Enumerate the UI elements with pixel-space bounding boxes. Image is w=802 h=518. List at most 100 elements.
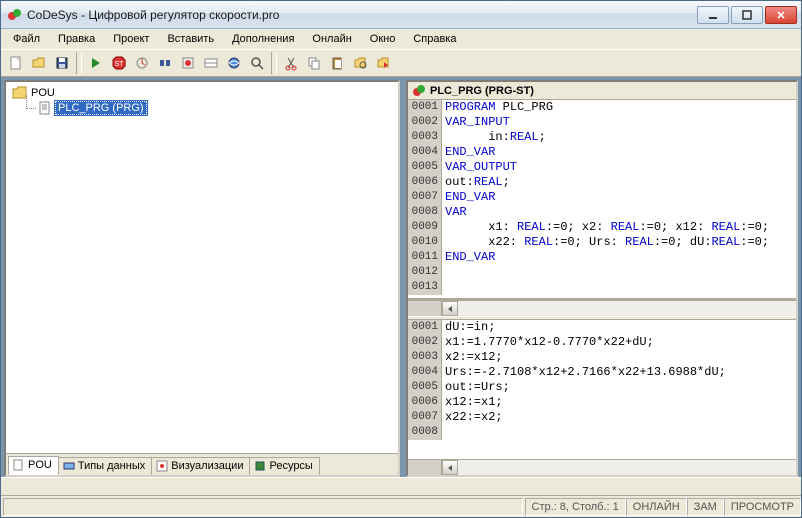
line-code[interactable]: x1:=1.7770*x12-0.7770*x22+dU; xyxy=(442,335,654,350)
close-button[interactable] xyxy=(765,6,797,24)
declaration-editor[interactable]: 0001PROGRAM PLC_PRG0002VAR_INPUT0003 in:… xyxy=(408,100,796,300)
tab-visualizations[interactable]: Визуализации xyxy=(151,457,250,475)
line-number: 0002 xyxy=(408,115,442,130)
tab-datatypes[interactable]: Типы данных xyxy=(58,457,152,475)
code-line[interactable]: 0008 xyxy=(408,425,796,440)
login-button[interactable] xyxy=(131,52,153,74)
line-code[interactable]: PROGRAM PLC_PRG xyxy=(442,100,553,115)
line-number: 0011 xyxy=(408,250,442,265)
code-line[interactable]: 0011END_VAR xyxy=(408,250,796,265)
line-code[interactable]: out:REAL; xyxy=(442,175,510,190)
code-line[interactable]: 0004END_VAR xyxy=(408,145,796,160)
line-code[interactable]: x22:=x2; xyxy=(442,410,503,425)
line-code[interactable]: VAR xyxy=(442,205,467,220)
code-line[interactable]: 0006out:REAL; xyxy=(408,175,796,190)
minimize-button[interactable] xyxy=(697,6,729,24)
code-line[interactable]: 0007END_VAR xyxy=(408,190,796,205)
code-line[interactable]: 0003x2:=x12; xyxy=(408,350,796,365)
line-number: 0010 xyxy=(408,235,442,250)
line-number: 0009 xyxy=(408,220,442,235)
menu-insert[interactable]: Вставить xyxy=(159,32,222,46)
tree-line-icon xyxy=(20,101,38,115)
maximize-button[interactable] xyxy=(731,6,763,24)
code-line[interactable]: 0006x12:=x1; xyxy=(408,395,796,410)
titlebar[interactable]: CoDeSys - Цифровой регулятор скорости.pr… xyxy=(1,1,801,29)
code-line[interactable]: 0012 xyxy=(408,265,796,280)
code-line[interactable]: 0004Urs:=-2.7108*x12+2.7166*x22+13.6988*… xyxy=(408,365,796,380)
menu-project[interactable]: Проект xyxy=(105,32,157,46)
body-editor[interactable]: 0001dU:=in;0002x1:=1.7770*x12-0.7770*x22… xyxy=(408,320,796,459)
line-code[interactable]: dU:=in; xyxy=(442,320,495,335)
paste-button[interactable] xyxy=(326,52,348,74)
line-code[interactable]: VAR_OUTPUT xyxy=(442,160,517,175)
copy-button[interactable] xyxy=(303,52,325,74)
tree-area[interactable]: POU PLC_PRG (PRG) xyxy=(6,82,398,453)
menu-file[interactable]: Файл xyxy=(5,32,48,46)
scroll-left-icon[interactable] xyxy=(442,460,458,475)
code-line[interactable]: 0002VAR_INPUT xyxy=(408,115,796,130)
line-number: 0003 xyxy=(408,130,442,145)
breakpoint-button[interactable] xyxy=(177,52,199,74)
line-code[interactable]: x22: REAL:=0; Urs: REAL:=0; dU:REAL:=0; xyxy=(442,235,769,250)
line-number: 0008 xyxy=(408,425,442,440)
declaration-scrollbar[interactable] xyxy=(408,300,796,316)
line-code[interactable]: END_VAR xyxy=(442,145,495,160)
menubar: Файл Правка Проект Вставить Дополнения О… xyxy=(1,29,801,49)
find-prev-button[interactable] xyxy=(372,52,394,74)
line-code[interactable]: x2:=x12; xyxy=(442,350,503,365)
line-number: 0005 xyxy=(408,160,442,175)
code-line[interactable]: 0010 x22: REAL:=0; Urs: REAL:=0; dU:REAL… xyxy=(408,235,796,250)
global-button[interactable] xyxy=(223,52,245,74)
line-code[interactable] xyxy=(442,425,445,440)
tree-root[interactable]: POU xyxy=(12,86,392,99)
tab-pou[interactable]: POU xyxy=(8,456,59,475)
step-button[interactable] xyxy=(154,52,176,74)
editor-pou-icon xyxy=(412,84,426,98)
find-button[interactable] xyxy=(246,52,268,74)
line-code[interactable]: x1: REAL:=0; x2: REAL:=0; x12: REAL:=0; xyxy=(442,220,769,235)
menu-window[interactable]: Окно xyxy=(362,32,404,46)
code-line[interactable]: 0001PROGRAM PLC_PRG xyxy=(408,100,796,115)
line-number: 0007 xyxy=(408,190,442,205)
line-code[interactable]: Urs:=-2.7108*x12+2.7166*x22+13.6988*dU; xyxy=(442,365,726,380)
menu-online[interactable]: Онлайн xyxy=(304,32,359,46)
open-button[interactable] xyxy=(28,52,50,74)
datatypes-tab-icon xyxy=(63,460,75,472)
menu-extras[interactable]: Дополнения xyxy=(224,32,302,46)
line-code[interactable]: out:=Urs; xyxy=(442,380,510,395)
line-code[interactable] xyxy=(442,280,445,295)
code-line[interactable]: 0003 in:REAL; xyxy=(408,130,796,145)
new-button[interactable] xyxy=(5,52,27,74)
line-code[interactable] xyxy=(442,265,445,280)
find-next-button[interactable] xyxy=(349,52,371,74)
line-code[interactable]: END_VAR xyxy=(442,250,495,265)
run-button[interactable] xyxy=(85,52,107,74)
tree-item[interactable]: PLC_PRG (PRG) xyxy=(20,101,392,115)
code-line[interactable]: 0002x1:=1.7770*x12-0.7770*x22+dU; xyxy=(408,335,796,350)
save-button[interactable] xyxy=(51,52,73,74)
code-line[interactable]: 0009 x1: REAL:=0; x2: REAL:=0; x12: REAL… xyxy=(408,220,796,235)
menu-help[interactable]: Справка xyxy=(405,32,464,46)
body-scrollbar[interactable] xyxy=(408,459,796,475)
svg-text:ST: ST xyxy=(115,61,125,68)
code-line[interactable]: 0013 xyxy=(408,280,796,295)
scroll-left-icon[interactable] xyxy=(442,301,458,316)
code-line[interactable]: 0007x22:=x2; xyxy=(408,410,796,425)
line-code[interactable]: in:REAL; xyxy=(442,130,546,145)
code-line[interactable]: 0001dU:=in; xyxy=(408,320,796,335)
line-number: 0006 xyxy=(408,175,442,190)
code-line[interactable]: 0008VAR xyxy=(408,205,796,220)
status-online: ОНЛАЙН xyxy=(626,498,687,516)
code-line[interactable]: 0005out:=Urs; xyxy=(408,380,796,395)
line-code[interactable]: VAR_INPUT xyxy=(442,115,510,130)
tab-resources[interactable]: Ресурсы xyxy=(249,457,319,475)
line-number: 0012 xyxy=(408,265,442,280)
menu-edit[interactable]: Правка xyxy=(50,32,103,46)
line-code[interactable]: x12:=x1; xyxy=(442,395,503,410)
line-code[interactable]: END_VAR xyxy=(442,190,495,205)
code-line[interactable]: 0005VAR_OUTPUT xyxy=(408,160,796,175)
watch-button[interactable] xyxy=(200,52,222,74)
cut-button[interactable] xyxy=(280,52,302,74)
project-tree-panel: POU PLC_PRG (PRG) POU Типы данных xyxy=(4,80,400,477)
stop-button[interactable]: ST xyxy=(108,52,130,74)
